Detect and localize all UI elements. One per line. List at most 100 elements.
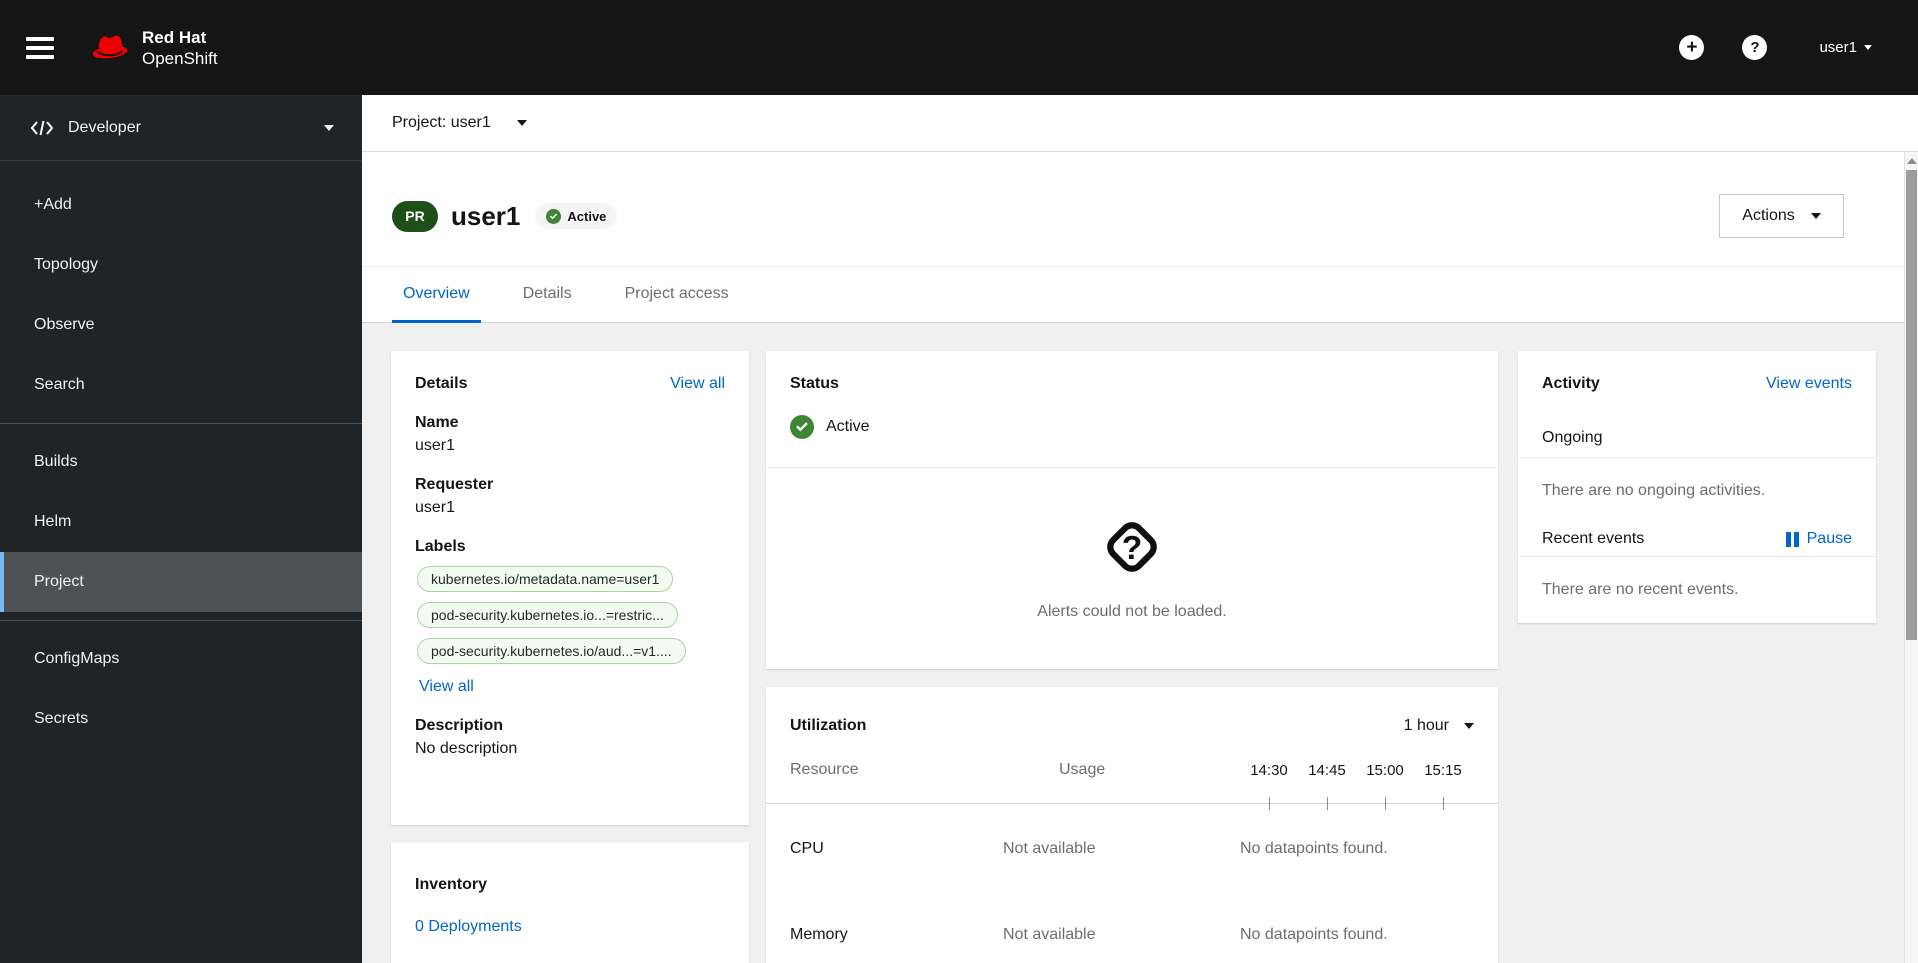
sidebar-item-label: Builds — [34, 453, 78, 470]
ongoing-label: Ongoing — [1542, 429, 1603, 446]
duration-value: 1 hour — [1403, 717, 1449, 734]
actions-button[interactable]: Actions — [1719, 194, 1844, 238]
sidebar-item-add[interactable]: +Add — [0, 175, 362, 235]
status-badge-label: Active — [567, 208, 607, 224]
page-header: PR user1 Active Actions — [362, 152, 1918, 266]
check-circle-icon — [790, 415, 814, 439]
sidebar-item-label: Helm — [34, 513, 72, 530]
time-axis-ticks — [766, 797, 1498, 810]
resource-usage: Not available — [1003, 840, 1096, 857]
code-icon — [30, 120, 54, 135]
inventory-card: Inventory 0 Deployments — [391, 842, 749, 963]
time-axis: 14:30 14:45 15:00 15:15 — [1231, 762, 1498, 779]
sidebar-item-project[interactable]: Project — [0, 552, 362, 612]
sidebar-item-builds[interactable]: Builds — [0, 432, 362, 492]
recent-events-section: Recent events Pause — [1542, 530, 1852, 548]
details-card-title: Details — [415, 375, 468, 392]
user-menu[interactable]: user1 — [1819, 39, 1872, 56]
card-divider — [1518, 457, 1876, 458]
help-icon[interactable]: ? — [1742, 35, 1768, 60]
sidebar-item-label: Secrets — [34, 710, 89, 727]
sidebar-item-topology[interactable]: Topology — [0, 235, 362, 295]
sidebar-item-configmaps[interactable]: ConfigMaps — [0, 629, 362, 689]
page-title: user1 — [451, 200, 521, 231]
status-card-title: Status — [790, 375, 839, 392]
status-badge: Active — [535, 203, 618, 229]
view-events-link[interactable]: View events — [1766, 375, 1852, 393]
project-selector[interactable]: Project: user1 — [362, 95, 1918, 152]
detail-value: user1 — [415, 499, 456, 516]
scrollbar-thumb[interactable] — [1906, 170, 1917, 640]
project-status-label: Active — [826, 418, 870, 435]
sidebar-item-search[interactable]: Search — [0, 355, 362, 415]
labels-view-all-link[interactable]: View all — [419, 678, 474, 696]
label-chip[interactable]: pod-security.kubernetes.io/aud...=v1.... — [417, 638, 686, 664]
sidebar-item-label: +Add — [34, 196, 72, 213]
sidebar-item-label: Observe — [34, 316, 95, 333]
detail-term: Name — [415, 414, 459, 431]
column-resource: Resource — [790, 761, 859, 778]
detail-value: No description — [415, 740, 518, 757]
sidebar-divider — [0, 423, 362, 424]
chevron-down-icon — [1810, 213, 1821, 219]
brand-line2: OpenShift — [142, 48, 218, 68]
sidebar-item-helm[interactable]: Helm — [0, 492, 362, 552]
chevron-down-icon — [324, 124, 334, 131]
details-list: Name user1 Requester user1 Labels kubern… — [391, 414, 749, 758]
tab-details[interactable]: Details — [512, 267, 583, 323]
brand-logo: Red Hat OpenShift — [88, 27, 218, 69]
redhat-fedora-icon — [92, 35, 128, 58]
sidebar-item-secrets[interactable]: Secrets — [0, 689, 362, 749]
detail-value: user1 — [415, 437, 456, 454]
project-resource-badge: PR — [392, 200, 438, 232]
column-usage: Usage — [1059, 761, 1106, 778]
tab-overview[interactable]: Overview — [392, 267, 481, 323]
deployments-link[interactable]: 0 Deployments — [415, 918, 522, 936]
details-card: Details View all Name user1 Requester us… — [391, 351, 749, 825]
utilization-row-cpu: CPU Not available No datapoints found. — [766, 840, 1498, 858]
tab-project-access[interactable]: Project access — [614, 267, 740, 323]
perspective-label: Developer — [68, 118, 141, 136]
utilization-card-title: Utilization — [790, 717, 867, 734]
svg-text:?: ? — [1122, 530, 1143, 567]
user-menu-label: user1 — [1819, 39, 1857, 56]
sidebar-divider — [0, 620, 362, 621]
chevron-down-icon — [516, 120, 527, 126]
openshift-console: Red Hat OpenShift + ? user1 Developer +A… — [0, 0, 1918, 963]
tab-label: Details — [522, 284, 572, 302]
duration-select[interactable]: 1 hour — [1404, 717, 1474, 735]
sidebar-item-label: Project — [34, 573, 84, 590]
sidebar-item-observe[interactable]: Observe — [0, 295, 362, 355]
actions-button-label: Actions — [1742, 207, 1795, 224]
sidebar-item-label: Search — [34, 376, 85, 393]
perspective-switcher[interactable]: Developer — [0, 95, 362, 161]
resource-datapoints: No datapoints found. — [1240, 926, 1388, 943]
vertical-scrollbar[interactable] — [1904, 152, 1918, 963]
masthead: Red Hat OpenShift + ? user1 — [0, 0, 1918, 95]
project-selector-label: Project: user1 — [392, 114, 491, 131]
brand-text: Red Hat OpenShift — [142, 27, 218, 69]
chevron-down-icon — [1464, 723, 1474, 729]
tabs: Overview Details Project access — [362, 266, 1918, 323]
time-tick-label: 14:30 — [1250, 761, 1288, 779]
details-view-all-link[interactable]: View all — [670, 375, 725, 393]
activity-card: Activity View events Ongoing There are n… — [1518, 351, 1876, 623]
alerts-empty-state: ? Alerts could not be loaded. — [766, 468, 1498, 621]
detail-term: Labels — [415, 538, 466, 555]
label-chip[interactable]: kubernetes.io/metadata.name=user1 — [417, 566, 674, 592]
masthead-toolbar: + ? user1 — [1679, 35, 1918, 60]
detail-term: Description — [415, 717, 504, 734]
detail-term: Requester — [415, 476, 494, 493]
chevron-down-icon — [1864, 45, 1872, 50]
sidebar-nav: +Add Topology Observe Search Builds Helm… — [0, 161, 362, 749]
card-divider — [1518, 556, 1876, 557]
resource-name: Memory — [790, 926, 848, 943]
pause-icon — [1785, 531, 1799, 547]
menu-toggle-icon[interactable] — [26, 36, 54, 59]
pause-events-button[interactable]: Pause — [1785, 530, 1852, 548]
tab-label: Project access — [624, 284, 729, 302]
scroll-up-arrow-icon[interactable] — [1907, 158, 1917, 164]
label-chip[interactable]: pod-security.kubernetes.io...=restric... — [417, 602, 678, 628]
quick-create-icon[interactable]: + — [1679, 35, 1705, 60]
time-tick-label: 15:00 — [1366, 761, 1404, 779]
